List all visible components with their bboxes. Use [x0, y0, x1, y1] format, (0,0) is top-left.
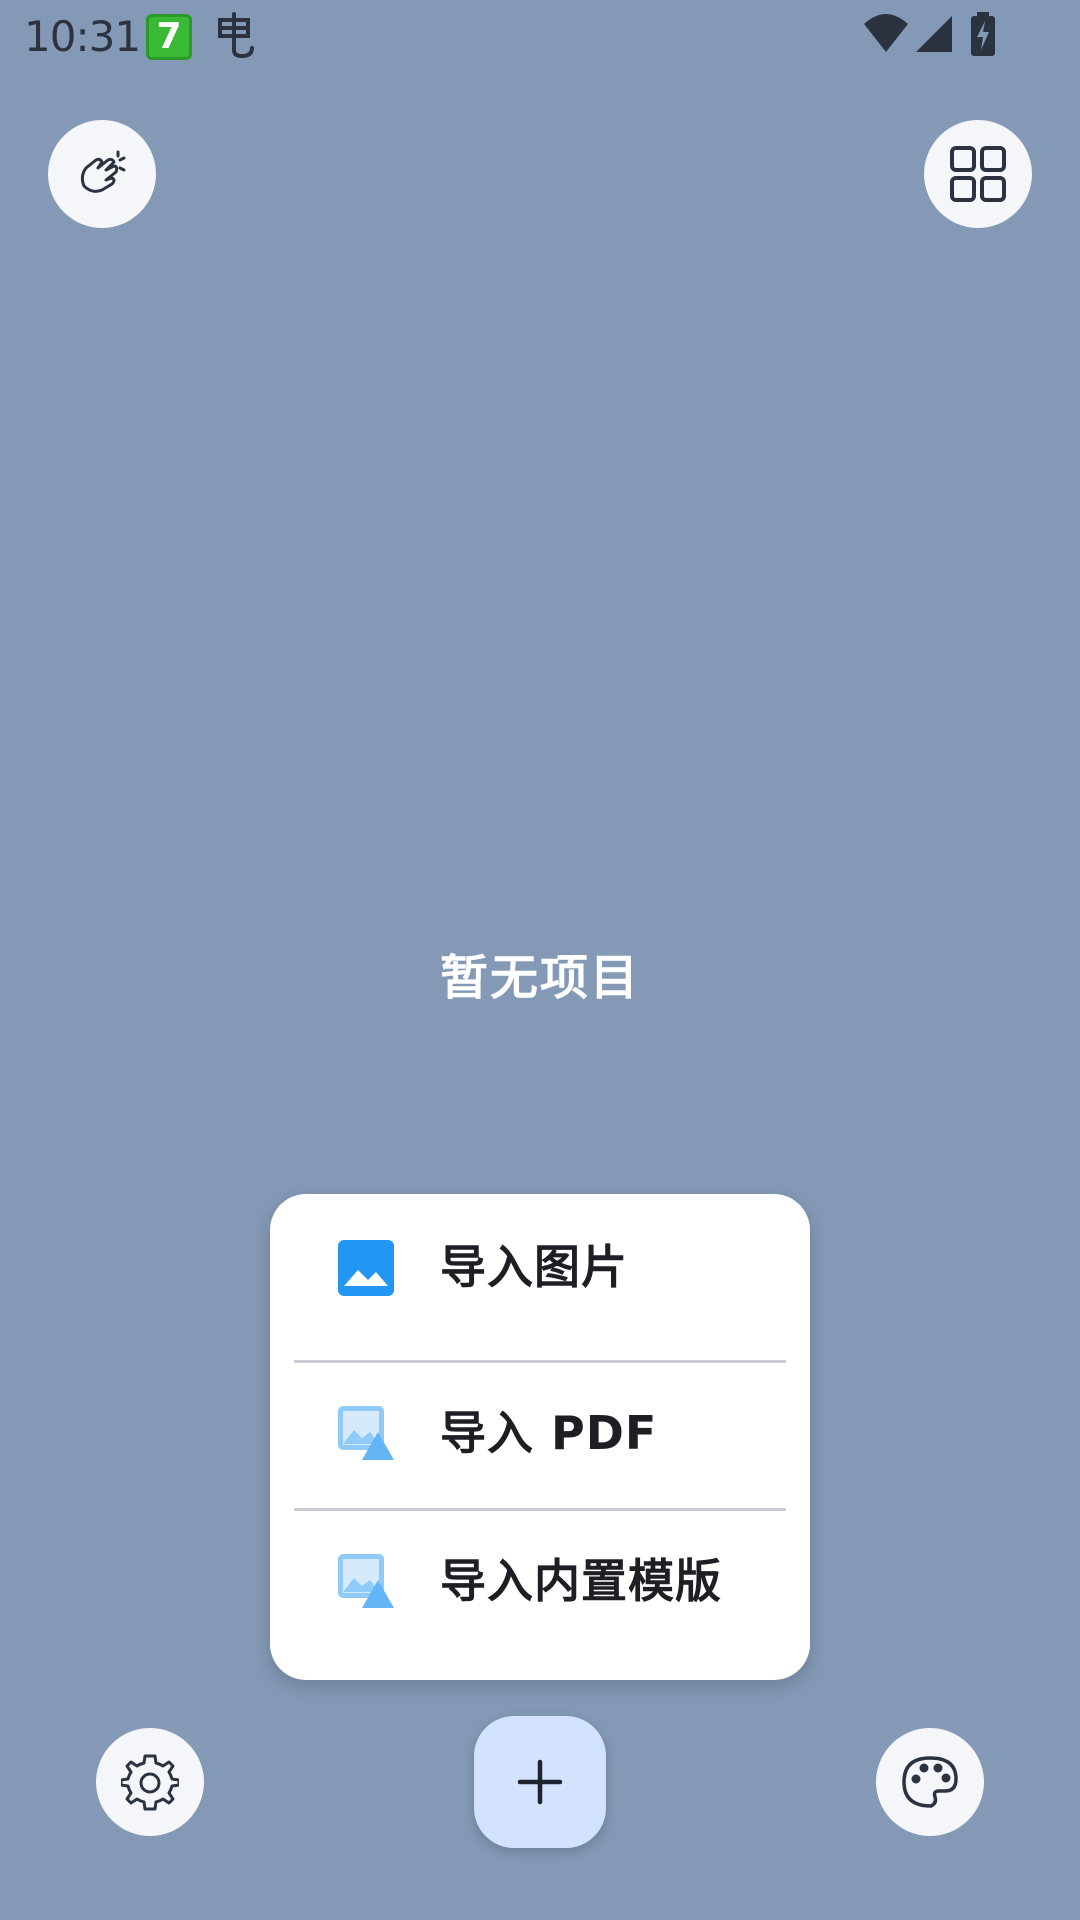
bug-app-icon	[218, 12, 254, 59]
image-template-icon	[338, 1554, 394, 1608]
menu-item-label: 导入 PDF	[440, 1406, 658, 1460]
menu-item-label: 导入内置模版	[440, 1554, 722, 1608]
image-pdf-icon	[338, 1406, 394, 1460]
empty-state-text: 暂无项目	[439, 950, 640, 1006]
menu-item-label: 导入图片	[440, 1240, 628, 1294]
image-icon	[338, 1240, 394, 1296]
add-fab-button[interactable]	[474, 1716, 606, 1848]
import-menu: 导入图片 导入 PDF 导入内置模版	[270, 1194, 810, 1680]
clean-button[interactable]	[48, 120, 156, 228]
menu-item-import-image[interactable]: 导入图片	[270, 1194, 810, 1340]
app-notification-icon: 7	[146, 14, 192, 60]
app-notification-label: 7	[156, 16, 182, 57]
grid-view-button[interactable]	[924, 120, 1032, 228]
settings-button[interactable]	[96, 1728, 204, 1836]
menu-item-import-template[interactable]: 导入内置模版	[270, 1508, 810, 1654]
status-time: 10:31	[24, 12, 141, 61]
palette-icon	[902, 1756, 958, 1808]
status-bar: 10:31 7	[0, 0, 1080, 76]
plus-icon	[517, 1759, 563, 1805]
gear-icon	[121, 1754, 179, 1811]
menu-item-import-pdf[interactable]: 导入 PDF	[270, 1360, 810, 1506]
battery-charging-icon	[971, 12, 995, 56]
signal-icon	[916, 16, 952, 52]
grid-view-icon	[950, 146, 1006, 202]
theme-palette-button[interactable]	[876, 1728, 984, 1836]
wifi-icon	[864, 14, 908, 52]
hand-sparkle-icon	[80, 150, 126, 193]
